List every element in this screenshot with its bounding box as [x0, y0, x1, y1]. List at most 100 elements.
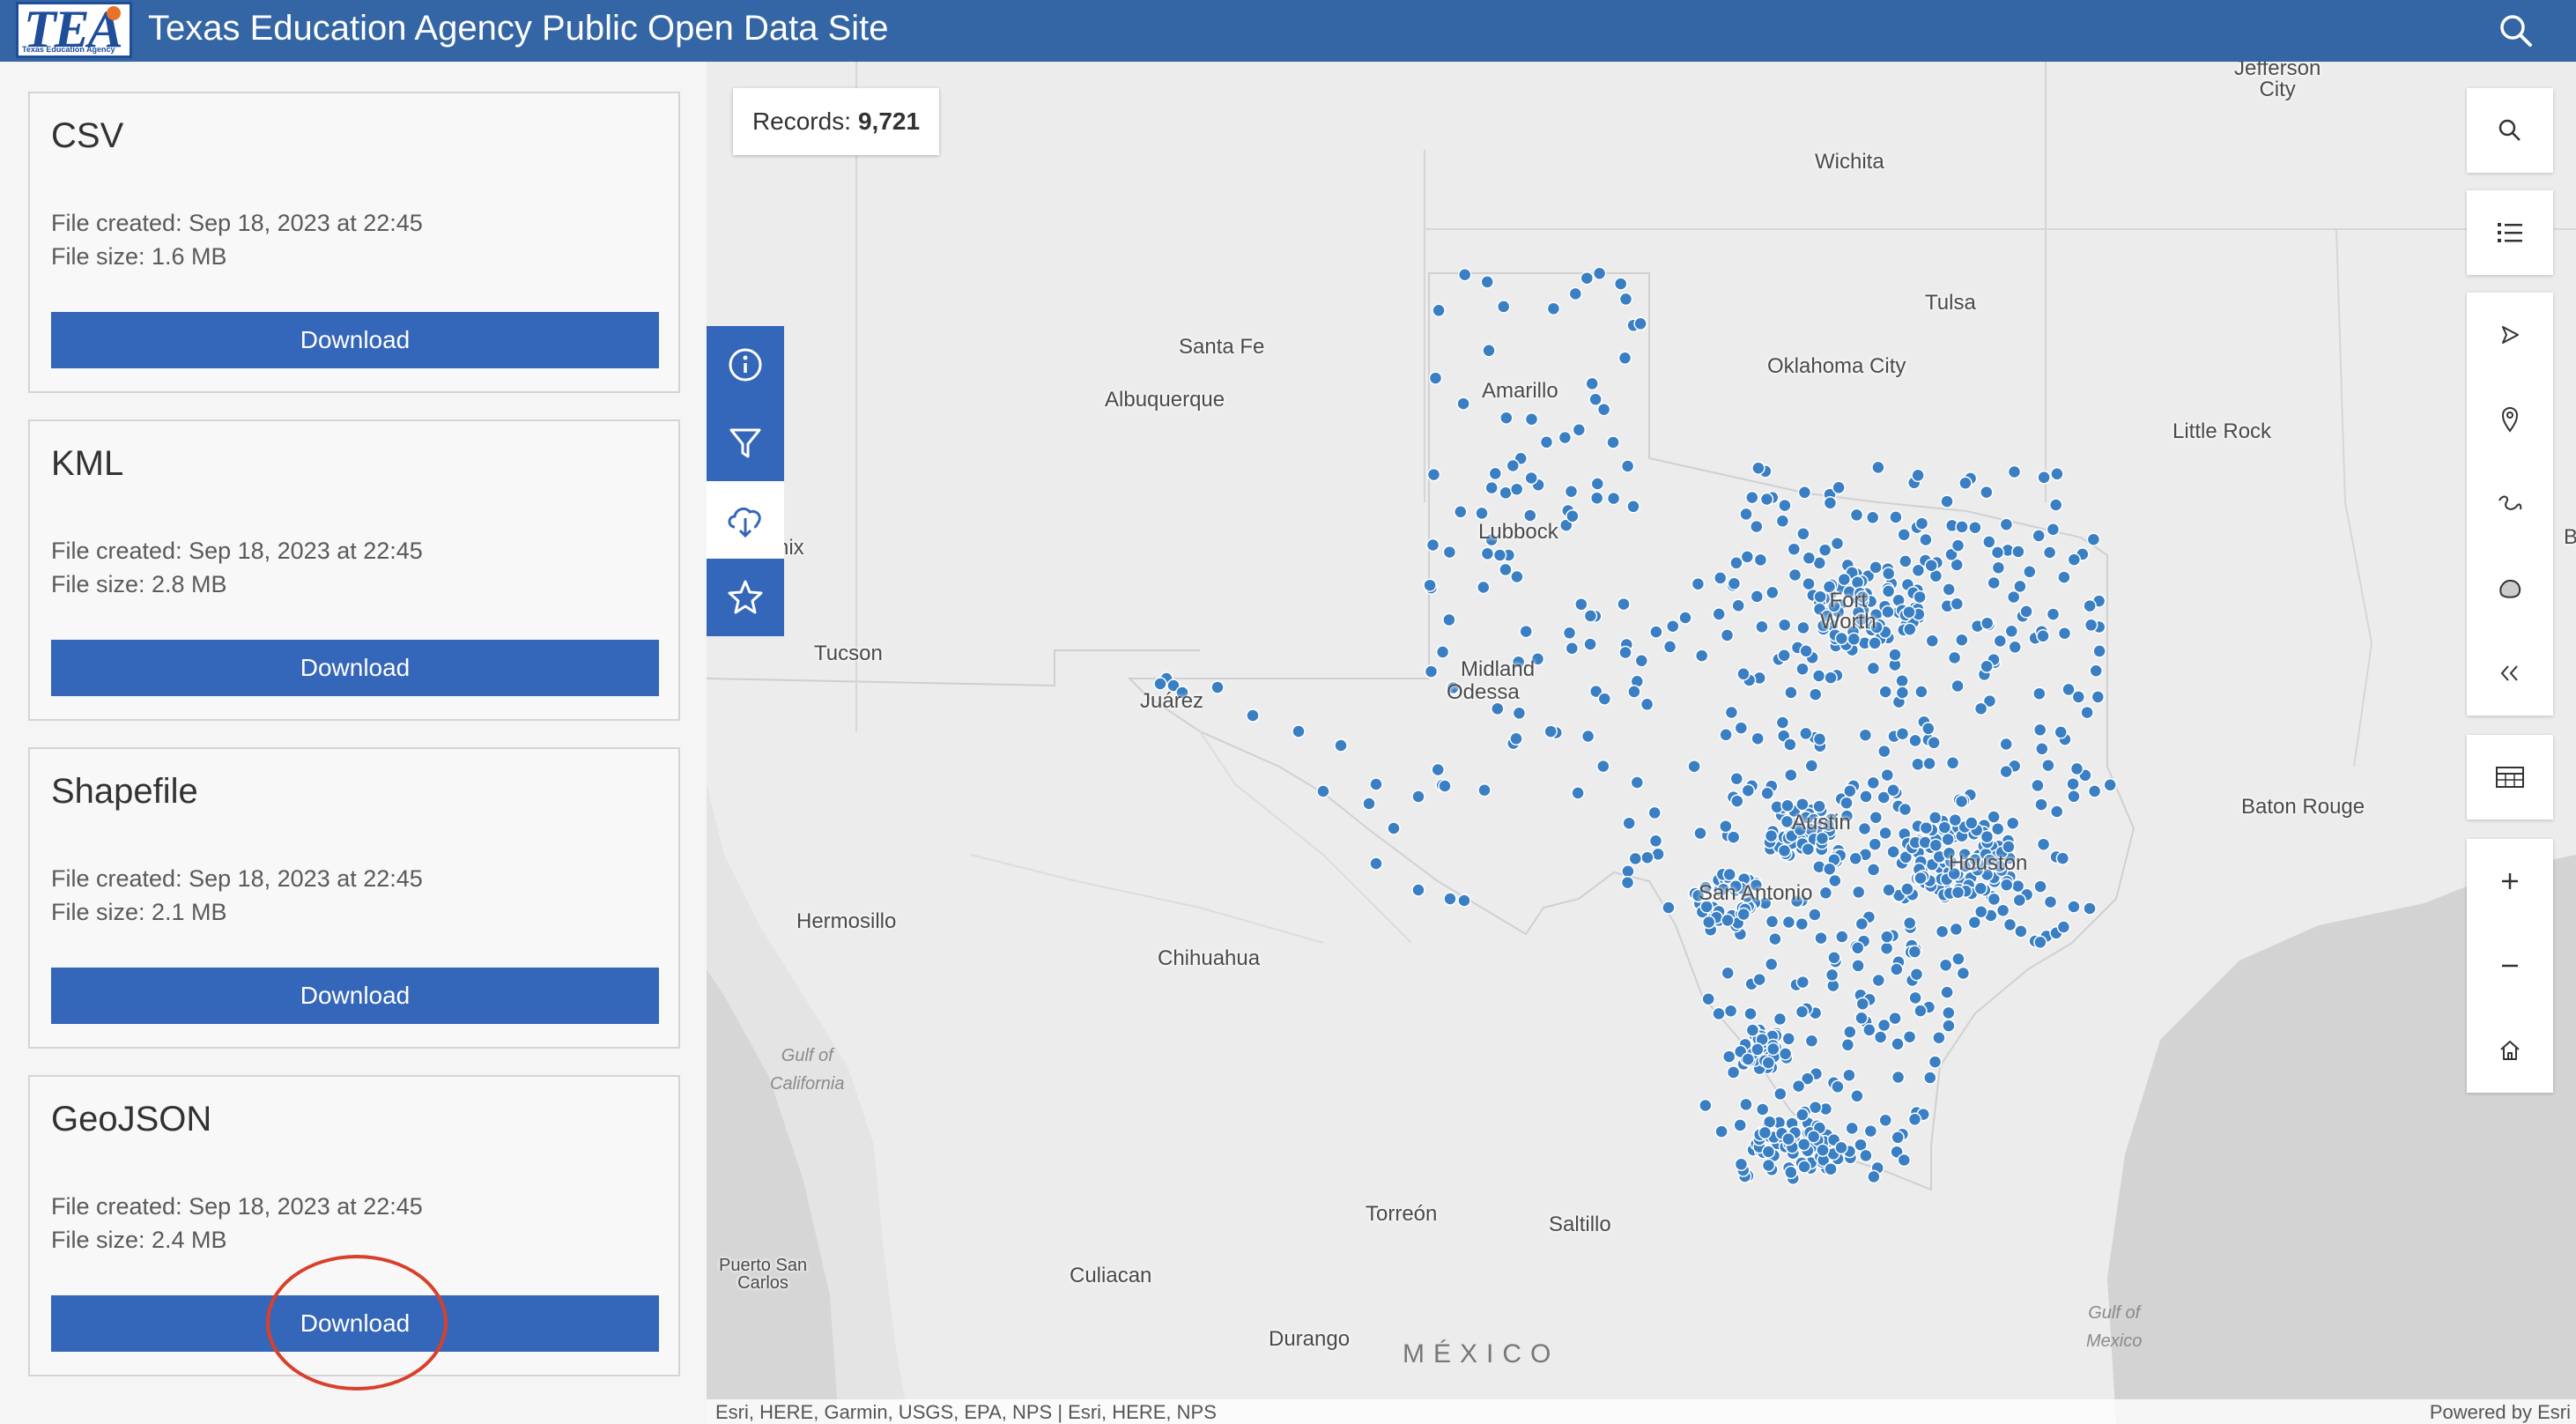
school-point[interactable]	[1973, 904, 1988, 919]
school-point[interactable]	[1854, 916, 1869, 931]
school-point[interactable]	[1825, 968, 1839, 983]
school-point[interactable]	[2089, 664, 2103, 678]
school-point[interactable]	[2032, 723, 2047, 738]
school-point[interactable]	[1666, 619, 1680, 634]
school-point[interactable]	[1881, 584, 1896, 598]
school-point[interactable]	[1620, 459, 1635, 473]
school-point[interactable]	[2041, 758, 2055, 773]
school-point[interactable]	[1562, 626, 1577, 641]
school-point[interactable]	[1879, 941, 1894, 955]
school-point[interactable]	[1980, 485, 1994, 500]
school-point[interactable]	[1903, 622, 1917, 636]
school-point[interactable]	[1804, 1034, 1819, 1048]
school-point[interactable]	[1999, 737, 2013, 752]
school-point[interactable]	[2087, 784, 2102, 798]
select-tool-button[interactable]	[2467, 293, 2553, 377]
school-point[interactable]	[2067, 900, 2081, 914]
school-point[interactable]	[1731, 598, 1745, 613]
school-point[interactable]	[2006, 590, 2021, 604]
school-point[interactable]	[1828, 873, 1842, 888]
school-point[interactable]	[1362, 797, 1376, 811]
school-point[interactable]	[1827, 951, 1841, 965]
school-point[interactable]	[1662, 640, 1677, 654]
school-point[interactable]	[1316, 784, 1330, 798]
school-point[interactable]	[2014, 924, 2028, 938]
school-point[interactable]	[1777, 843, 1792, 858]
legend-button[interactable]	[2467, 190, 2553, 275]
school-point[interactable]	[1871, 973, 1886, 988]
school-point[interactable]	[1899, 554, 1913, 568]
school-point[interactable]	[1590, 477, 1605, 491]
school-point[interactable]	[1951, 538, 1965, 553]
school-point[interactable]	[1913, 871, 1928, 886]
school-point[interactable]	[1647, 805, 1662, 820]
school-point[interactable]	[1932, 1030, 1946, 1045]
school-point[interactable]	[1900, 882, 1914, 896]
school-point[interactable]	[1596, 402, 1611, 417]
school-point[interactable]	[1951, 885, 1965, 900]
school-point[interactable]	[1941, 832, 1955, 847]
school-point[interactable]	[2086, 532, 2101, 546]
school-point[interactable]	[1477, 580, 1491, 595]
school-point[interactable]	[1784, 768, 1798, 782]
school-point[interactable]	[1927, 736, 1941, 750]
powered-by-esri-link[interactable]: Powered by Esri	[2430, 1401, 2571, 1424]
school-point[interactable]	[2011, 545, 2025, 559]
school-point[interactable]	[1693, 826, 1707, 841]
school-point[interactable]	[1922, 756, 1936, 771]
school-point[interactable]	[1999, 878, 2014, 892]
school-point[interactable]	[1925, 634, 1940, 649]
school-point[interactable]	[1824, 1161, 1838, 1176]
school-point[interactable]	[1919, 532, 1933, 547]
school-point[interactable]	[1783, 738, 1797, 752]
school-point[interactable]	[1719, 728, 1733, 742]
school-point[interactable]	[2067, 553, 2082, 567]
school-point[interactable]	[1940, 985, 1954, 999]
school-point[interactable]	[1369, 777, 1383, 791]
school-point[interactable]	[1890, 962, 1904, 976]
school-point[interactable]	[1752, 972, 1766, 987]
school-point[interactable]	[1745, 490, 1759, 505]
school-point[interactable]	[1873, 1030, 1888, 1044]
school-point[interactable]	[1480, 275, 1494, 289]
school-point[interactable]	[1886, 783, 1900, 797]
school-point[interactable]	[1914, 516, 1929, 530]
school-point[interactable]	[2050, 467, 2064, 481]
school-point[interactable]	[1799, 726, 1813, 741]
school-point[interactable]	[1457, 894, 1471, 908]
school-point[interactable]	[1565, 641, 1580, 656]
school-point[interactable]	[1778, 1047, 1793, 1061]
school-point[interactable]	[1622, 816, 1636, 830]
school-point[interactable]	[1759, 492, 1774, 507]
school-point[interactable]	[2057, 626, 2072, 641]
school-point[interactable]	[1822, 862, 1837, 876]
school-point[interactable]	[2033, 879, 2047, 894]
school-point[interactable]	[1740, 550, 1755, 564]
school-point[interactable]	[1726, 830, 1741, 844]
school-point[interactable]	[1773, 1012, 1788, 1027]
school-point[interactable]	[1699, 1098, 1713, 1113]
home-button[interactable]	[2467, 1008, 2553, 1093]
school-point[interactable]	[1750, 590, 1765, 604]
school-point[interactable]	[1947, 650, 1962, 665]
school-point[interactable]	[1837, 572, 1852, 587]
school-point[interactable]	[1881, 567, 1896, 581]
school-point[interactable]	[1955, 633, 1969, 647]
school-point[interactable]	[1878, 685, 1892, 699]
school-point[interactable]	[2036, 629, 2050, 643]
school-point[interactable]	[1888, 1011, 1902, 1026]
school-point[interactable]	[1566, 509, 1580, 523]
school-point[interactable]	[1951, 952, 1965, 966]
school-point[interactable]	[1956, 966, 1971, 981]
school-point[interactable]	[1902, 1029, 1917, 1044]
school-point[interactable]	[1428, 371, 1443, 385]
school-point[interactable]	[1895, 726, 1910, 741]
polygon-tool-button[interactable]	[2467, 546, 2553, 631]
school-point[interactable]	[1431, 762, 1445, 777]
school-point[interactable]	[1866, 863, 1881, 877]
school-point[interactable]	[1937, 820, 1952, 834]
school-point[interactable]	[1765, 915, 1780, 929]
school-point[interactable]	[1723, 1004, 1738, 1018]
school-point[interactable]	[1945, 756, 1960, 770]
school-point[interactable]	[1924, 558, 1938, 573]
